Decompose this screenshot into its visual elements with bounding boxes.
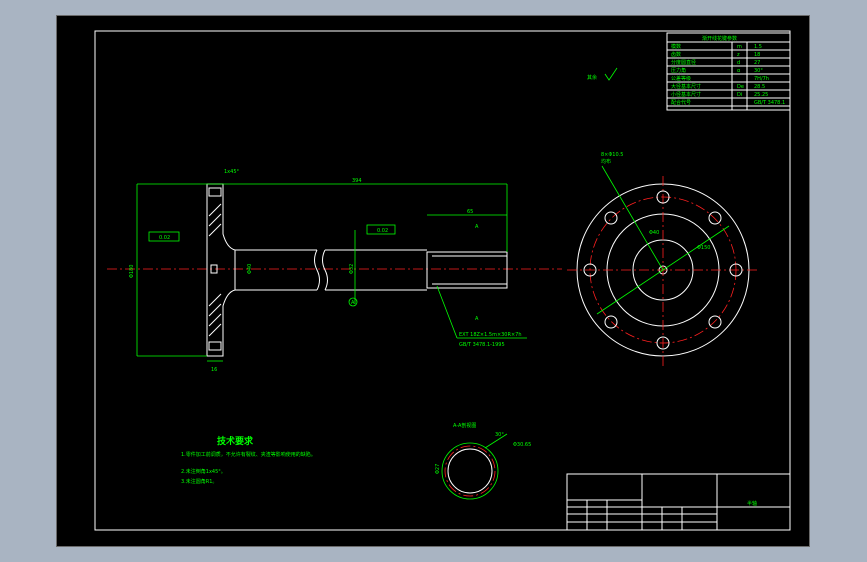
param-symbol: Di <box>737 92 742 98</box>
spline-pitch <box>444 445 496 497</box>
param-value: 18 <box>754 52 760 58</box>
drawing-sheet: 渐开线花键参数 模数 m 1.5 齿数 z 18 分度圆直径 d 27 压力角 … <box>56 15 810 547</box>
param-name: 模数 <box>671 43 681 50</box>
dim-spline-length: 65 <box>467 209 473 215</box>
tech-req-item: 2.未注倒角1x45°。 <box>181 468 226 475</box>
spline-section <box>426 251 508 289</box>
dim-flange-thk: 16 <box>211 367 217 373</box>
section-mark-bottom: A <box>475 316 479 322</box>
bolt-hole <box>708 211 722 225</box>
param-name: 分度圆直径 <box>671 59 696 66</box>
break-line <box>322 249 328 291</box>
spline-outer <box>441 442 499 500</box>
break-line <box>314 249 320 291</box>
tech-requirements: 技术要求 1.零件加工前调质，不允许有裂纹、夹渣等影响使用的缺陷。 2.未注倒角… <box>181 435 316 485</box>
title-block-name: 半轴 <box>747 500 757 507</box>
param-symbol: z <box>737 52 740 58</box>
dim-bore: Φ40 <box>649 230 659 236</box>
section-mark-top: A <box>475 224 479 230</box>
roughness-note: 其余 <box>587 67 618 81</box>
spline-root <box>447 448 493 494</box>
title-block: 半轴 <box>566 473 791 531</box>
param-name: 配合代号 <box>671 99 691 106</box>
spline-callout-2: GB/T 3478.1-1995 <box>459 342 505 348</box>
datum-label: A <box>351 300 355 306</box>
bolt-hole <box>604 315 618 329</box>
tech-req-item: 3.未注圆角R1。 <box>181 478 217 485</box>
flange-bolt-hole <box>208 341 222 351</box>
section-dim-outer: Φ30.65 <box>513 442 531 448</box>
param-value: 7H/7h <box>754 76 769 82</box>
param-symbol: De <box>737 84 744 90</box>
dim-chamfer: 1x45° <box>224 169 240 175</box>
param-name: 压力角 <box>671 67 686 74</box>
param-symbol: m <box>737 44 742 50</box>
param-table-title: 渐开线花键参数 <box>702 35 737 42</box>
dim-flange-dia: Φ180 <box>129 265 135 278</box>
param-value: 30° <box>754 68 763 74</box>
param-name: 大径基本尺寸 <box>671 83 701 90</box>
dim-pcd: Φ150 <box>697 245 710 251</box>
param-value: 25.25 <box>754 92 768 98</box>
roughness-symbol-icon <box>604 67 618 81</box>
end-view: Φ150 Φ40 8×Φ10.5 均布 <box>567 152 757 366</box>
dim-holes: 8×Φ10.5 <box>601 152 623 158</box>
param-symbol: α <box>737 68 741 74</box>
param-symbol: d <box>737 60 740 66</box>
drawing-canvas: 渐开线花键参数 模数 m 1.5 齿数 z 18 分度圆直径 d 27 压力角 … <box>94 30 791 531</box>
param-name: 齿数 <box>671 51 681 58</box>
tol-perp: 0.02 <box>377 228 388 234</box>
dim-hole-note: 均布 <box>601 158 611 165</box>
flange-bolt-hole <box>208 187 222 197</box>
section-label: A-A剖视图 <box>453 422 476 429</box>
param-value: 28.5 <box>754 84 765 90</box>
section-dim-angle: 30° <box>495 432 504 438</box>
spline-callout-1: EXT 18Z×1.5m×30R×7h <box>459 332 522 338</box>
roughness-note-text: 其余 <box>587 74 597 81</box>
dim-mid-dia: Φ32 <box>349 264 355 274</box>
dim-overall-length: 394 <box>352 178 362 184</box>
section-dim-pitch: Φ27 <box>435 464 441 474</box>
side-view: Φ180 394 65 Φ40 Φ32 1x45° 16 0.02 0.02 A… <box>107 169 562 373</box>
section-aa: A-A剖视图 Φ30.65 Φ27 30° <box>435 422 531 500</box>
bolt-hole <box>708 315 722 329</box>
param-table: 渐开线花键参数 模数 m 1.5 齿数 z 18 分度圆直径 d 27 压力角 … <box>666 32 791 111</box>
param-value: 1.5 <box>754 44 762 50</box>
dim-shaft-dia: Φ40 <box>247 264 253 274</box>
bolt-hole <box>604 211 618 225</box>
param-name: 小径基本尺寸 <box>671 91 701 98</box>
param-name: 公差等级 <box>671 75 691 82</box>
tech-req-heading: 技术要求 <box>217 435 254 447</box>
param-value: 27 <box>754 60 760 66</box>
tol-runout: 0.02 <box>159 235 170 241</box>
tech-req-item: 1.零件加工前调质，不允许有裂纹、夹渣等影响使用的缺陷。 <box>181 451 316 458</box>
param-value: GB/T 3478.1 <box>754 100 785 106</box>
